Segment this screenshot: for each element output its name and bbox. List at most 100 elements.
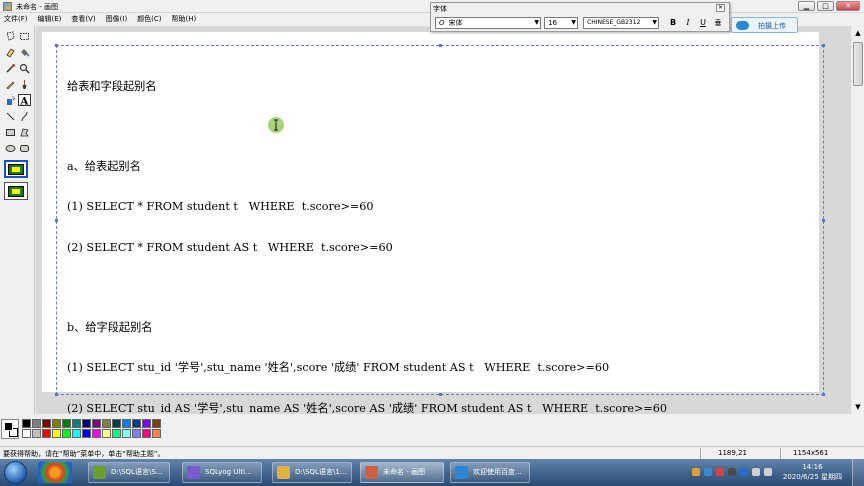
close-button[interactable]: ✕ [836, 1, 860, 11]
line-icon[interactable] [4, 110, 17, 122]
palette-swatch[interactable] [112, 419, 121, 428]
underline-button[interactable]: U [697, 17, 709, 29]
palette-swatch[interactable] [102, 429, 111, 438]
palette-swatch[interactable] [122, 419, 131, 428]
mouse-cursor-icon [268, 117, 284, 133]
vertical-scrollbar[interactable]: ▲ ▼ [850, 26, 864, 414]
palette-swatch[interactable] [142, 419, 151, 428]
taskbar-item-sqlyog[interactable]: SQLyog Ulti... [182, 462, 262, 483]
taskbar-item-paint[interactable]: 未命名 - 画图 [360, 462, 444, 483]
palette-swatch[interactable] [112, 429, 121, 438]
resize-handle-l[interactable] [55, 219, 58, 222]
palette-swatch[interactable] [132, 429, 141, 438]
palette-swatch[interactable] [82, 419, 91, 428]
resize-handle-t[interactable] [439, 44, 442, 47]
resize-handle-tr[interactable] [822, 44, 825, 47]
show-desktop-button[interactable] [852, 459, 864, 486]
tray-app-icon[interactable] [704, 468, 712, 476]
palette-swatch[interactable] [72, 429, 81, 438]
menu-edit[interactable]: 编辑(E) [38, 13, 62, 26]
ellipse-icon[interactable] [4, 142, 17, 154]
status-coords: 1189,21 [718, 449, 747, 457]
minimize-button[interactable]: ▁ [798, 1, 815, 11]
taskbar-item-folder-2[interactable]: D:\SQL语言\1... [272, 462, 352, 483]
brush-icon[interactable] [18, 78, 31, 90]
palette-swatch[interactable] [142, 429, 151, 438]
cloud-upload-button[interactable]: 拍摄上传 [731, 17, 798, 33]
font-name-select[interactable]: O 宋体 ▼ [435, 17, 541, 29]
palette-swatch[interactable] [22, 419, 31, 428]
palette-swatch[interactable] [42, 429, 51, 438]
transparent-option-icon [8, 185, 24, 197]
resize-handle-bl[interactable] [55, 393, 58, 396]
network-icon[interactable] [752, 468, 760, 476]
color-picker-icon[interactable] [4, 62, 17, 74]
pencil-icon[interactable] [4, 78, 17, 90]
palette-swatch[interactable] [152, 429, 161, 438]
palette-swatch[interactable] [52, 419, 61, 428]
curve-icon[interactable] [18, 110, 31, 122]
start-button[interactable] [4, 461, 27, 484]
polygon-icon[interactable] [18, 126, 31, 138]
menu-image[interactable]: 图像(I) [106, 13, 128, 26]
fill-icon[interactable] [18, 46, 31, 58]
rect-select-icon[interactable] [18, 30, 31, 42]
drawing-canvas[interactable]: 给表和字段起别名 a、给表起别名 (1) SELECT * FROM stude… [42, 32, 825, 415]
bluetooth-icon[interactable] [740, 468, 748, 476]
volume-icon[interactable] [764, 468, 772, 476]
tray-app-icon[interactable] [728, 468, 736, 476]
palette-swatch[interactable] [22, 429, 31, 438]
palette-swatch[interactable] [102, 419, 111, 428]
tray-app-icon[interactable] [716, 468, 724, 476]
palette-swatch[interactable] [52, 429, 61, 438]
free-select-icon[interactable] [4, 30, 17, 42]
palette-swatch[interactable] [72, 419, 81, 428]
font-size-select[interactable]: 16 ▼ [544, 17, 578, 29]
folder-app-icon [93, 466, 106, 479]
resize-handle-r[interactable] [822, 219, 825, 222]
text-icon[interactable]: A [18, 94, 31, 106]
scroll-down-icon[interactable]: ▼ [853, 402, 863, 412]
tray-app-icon[interactable] [692, 468, 700, 476]
resize-handle-tl[interactable] [55, 44, 58, 47]
menu-view[interactable]: 查看(V) [71, 13, 95, 26]
palette-swatch[interactable] [152, 419, 161, 428]
clock[interactable]: 14:16 2020/6/25 星期四 [783, 462, 842, 482]
palette-swatch[interactable] [32, 429, 41, 438]
italic-button[interactable]: I [682, 17, 694, 29]
palette-swatch[interactable] [92, 419, 101, 428]
eraser-icon[interactable] [4, 46, 17, 58]
current-colors[interactable] [1, 419, 19, 439]
menu-file[interactable]: 文件(F) [4, 13, 28, 26]
scroll-thumb[interactable] [853, 42, 863, 86]
pinned-app-icon[interactable] [38, 462, 72, 483]
scroll-up-icon[interactable]: ▲ [853, 28, 863, 38]
maximize-button[interactable]: □ [817, 1, 834, 11]
vertical-text-button[interactable]: 垂 [712, 17, 724, 29]
menu-help[interactable]: 帮助(H) [172, 13, 197, 26]
palette-swatch[interactable] [42, 419, 51, 428]
palette-swatch[interactable] [62, 419, 71, 428]
magnifier-icon[interactable] [18, 62, 31, 74]
airbrush-icon[interactable] [4, 94, 17, 106]
taskbar-item-baidu[interactable]: 欢迎使用百度... [450, 462, 530, 483]
palette-swatch[interactable] [132, 419, 141, 428]
rounded-rect-icon[interactable] [18, 142, 31, 154]
transparent-background-option[interactable] [4, 182, 28, 200]
resize-handle-br[interactable] [822, 393, 825, 396]
taskbar-item-label: 未命名 - 画图 [383, 468, 425, 476]
font-size-value: 16 [548, 19, 557, 27]
menu-colors[interactable]: 颜色(C) [137, 13, 161, 26]
bold-button[interactable]: B [667, 17, 679, 29]
rectangle-icon[interactable] [4, 126, 17, 138]
font-toolbar-title: 字体 [433, 5, 447, 13]
palette-swatch[interactable] [122, 429, 131, 438]
palette-swatch[interactable] [92, 429, 101, 438]
font-toolbar-close-icon[interactable]: ✕ [716, 4, 725, 12]
palette-swatch[interactable] [32, 419, 41, 428]
taskbar-item-folder[interactable]: D:\SQL语言\S... [88, 462, 170, 483]
palette-swatch[interactable] [62, 429, 71, 438]
opaque-background-option[interactable] [4, 160, 28, 178]
charset-select[interactable]: CHINESE_GB2312 ▼ [583, 17, 659, 29]
palette-swatch[interactable] [82, 429, 91, 438]
